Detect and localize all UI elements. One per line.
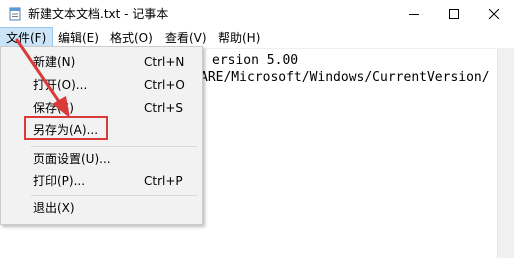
- editor-line: ersion 5.00: [212, 53, 299, 68]
- maximize-button[interactable]: [434, 0, 474, 28]
- menu-item-shortcut: Ctrl+N: [144, 55, 185, 69]
- menu-item-print[interactable]: 打印(P)... Ctrl+P: [3, 170, 200, 192]
- close-button[interactable]: [474, 0, 514, 28]
- minimize-button[interactable]: [394, 0, 434, 28]
- maximize-icon: [449, 9, 459, 19]
- menu-separator: [31, 195, 197, 196]
- close-icon: [489, 9, 499, 19]
- notepad-window: 新建文本文档.txt - 记事本 文件(F) 编辑(E) 格式(O) 查看(V)…: [0, 0, 514, 259]
- menu-item-exit[interactable]: 退出(X): [3, 197, 200, 219]
- menu-separator: [31, 146, 197, 147]
- menu-item-shortcut: Ctrl+P: [144, 174, 183, 188]
- minimize-icon: [409, 14, 419, 15]
- menu-item-label: 页面设置(U)...: [33, 152, 111, 166]
- menu-help[interactable]: 帮助(H): [212, 28, 266, 48]
- menu-item-page-setup[interactable]: 页面设置(U)...: [3, 148, 200, 170]
- annotation-arrow-icon: [15, 38, 70, 118]
- vertical-scrollbar[interactable]: [497, 48, 514, 258]
- menu-view[interactable]: 查看(V): [159, 28, 213, 48]
- menu-item-shortcut: Ctrl+S: [144, 101, 184, 115]
- menu-item-label: 退出(X): [33, 201, 75, 215]
- editor-line: ARE/Microsoft/Windows/CurrentVersion/: [200, 70, 490, 85]
- menu-item-label: 打印(P)...: [33, 174, 86, 188]
- menu-item-shortcut: Ctrl+O: [144, 78, 185, 92]
